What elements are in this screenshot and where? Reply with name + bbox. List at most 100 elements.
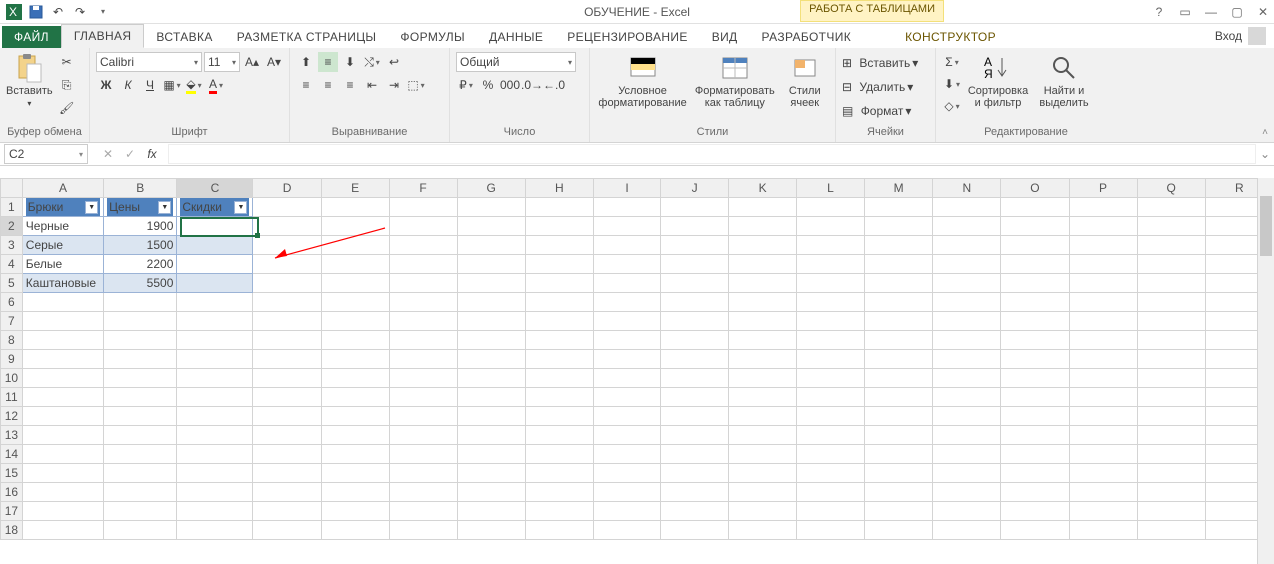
cell[interactable] bbox=[321, 217, 389, 236]
cell[interactable] bbox=[389, 502, 457, 521]
cell[interactable] bbox=[104, 407, 177, 426]
align-right-icon[interactable]: ≡ bbox=[340, 75, 360, 95]
cell[interactable] bbox=[389, 369, 457, 388]
cell[interactable] bbox=[321, 407, 389, 426]
fx-icon[interactable]: fx bbox=[142, 144, 162, 164]
cell[interactable] bbox=[933, 445, 1001, 464]
cell[interactable] bbox=[593, 502, 660, 521]
cell[interactable] bbox=[1069, 407, 1137, 426]
row-header[interactable]: 14 bbox=[1, 445, 23, 464]
cell[interactable] bbox=[1001, 350, 1069, 369]
cell[interactable] bbox=[1137, 236, 1205, 255]
cell[interactable] bbox=[933, 217, 1001, 236]
cell[interactable] bbox=[933, 293, 1001, 312]
cell[interactable] bbox=[864, 198, 932, 217]
cell[interactable] bbox=[104, 483, 177, 502]
cell[interactable] bbox=[797, 426, 865, 445]
cell[interactable] bbox=[1137, 502, 1205, 521]
vertical-scrollbar[interactable] bbox=[1257, 178, 1274, 564]
cell[interactable] bbox=[1001, 198, 1069, 217]
cell[interactable] bbox=[1069, 312, 1137, 331]
row-header[interactable]: 15 bbox=[1, 464, 23, 483]
filter-dropdown-icon[interactable]: ▼ bbox=[234, 201, 247, 214]
tab-formulas[interactable]: ФОРМУЛЫ bbox=[388, 26, 477, 48]
cell[interactable] bbox=[729, 236, 797, 255]
cell[interactable] bbox=[457, 445, 525, 464]
cell[interactable] bbox=[253, 293, 321, 312]
cell[interactable] bbox=[1069, 426, 1137, 445]
cell[interactable] bbox=[457, 217, 525, 236]
cell[interactable] bbox=[389, 350, 457, 369]
cell[interactable] bbox=[729, 388, 797, 407]
cell[interactable] bbox=[253, 388, 321, 407]
cell[interactable] bbox=[1001, 407, 1069, 426]
cell[interactable]: Каштановые bbox=[22, 274, 103, 293]
cell[interactable] bbox=[864, 274, 932, 293]
cell[interactable] bbox=[177, 293, 253, 312]
font-color-icon[interactable]: A bbox=[206, 75, 226, 95]
cell[interactable] bbox=[729, 217, 797, 236]
cell[interactable] bbox=[1069, 350, 1137, 369]
autosum-icon[interactable]: Σ bbox=[942, 52, 962, 72]
cell[interactable] bbox=[1137, 521, 1205, 540]
cell[interactable] bbox=[864, 483, 932, 502]
column-header[interactable]: N bbox=[933, 179, 1001, 198]
tab-table-design[interactable]: КОНСТРУКТОР bbox=[893, 26, 1008, 48]
cell[interactable] bbox=[457, 388, 525, 407]
cell[interactable] bbox=[389, 331, 457, 350]
font-name-combo[interactable]: Calibri▾ bbox=[96, 52, 202, 72]
cell[interactable] bbox=[525, 464, 593, 483]
cell[interactable] bbox=[661, 331, 729, 350]
delete-cells-button[interactable]: ⊟ Удалить ▾ bbox=[842, 76, 913, 98]
cell[interactable] bbox=[797, 255, 865, 274]
cell[interactable] bbox=[864, 445, 932, 464]
cell[interactable] bbox=[389, 236, 457, 255]
accounting-format-icon[interactable]: ₽ bbox=[456, 75, 476, 95]
cell[interactable] bbox=[661, 426, 729, 445]
row-header[interactable]: 18 bbox=[1, 521, 23, 540]
cell[interactable] bbox=[389, 483, 457, 502]
cell[interactable] bbox=[593, 312, 660, 331]
column-header[interactable]: D bbox=[253, 179, 321, 198]
cell[interactable] bbox=[1069, 483, 1137, 502]
cell[interactable] bbox=[797, 331, 865, 350]
cell[interactable] bbox=[22, 369, 103, 388]
border-icon[interactable]: ▦ bbox=[162, 75, 182, 95]
shrink-font-icon[interactable]: A▾ bbox=[264, 52, 284, 72]
cell[interactable] bbox=[457, 426, 525, 445]
cell[interactable] bbox=[177, 483, 253, 502]
underline-icon[interactable]: Ч bbox=[140, 75, 160, 95]
cell[interactable] bbox=[525, 388, 593, 407]
redo-icon[interactable]: ↷ bbox=[70, 2, 90, 22]
table-header-cell[interactable]: Цены▼ bbox=[107, 198, 173, 216]
cell[interactable] bbox=[253, 274, 321, 293]
column-header[interactable]: G bbox=[457, 179, 525, 198]
cell[interactable] bbox=[593, 293, 660, 312]
cell[interactable] bbox=[593, 464, 660, 483]
cancel-formula-icon[interactable]: ✕ bbox=[98, 144, 118, 164]
align-left-icon[interactable]: ≡ bbox=[296, 75, 316, 95]
row-header[interactable]: 2 bbox=[1, 217, 23, 236]
cell[interactable] bbox=[933, 407, 1001, 426]
bold-icon[interactable]: Ж bbox=[96, 75, 116, 95]
cell[interactable] bbox=[253, 198, 321, 217]
cell[interactable] bbox=[1069, 198, 1137, 217]
align-middle-icon[interactable]: ≡ bbox=[318, 52, 338, 72]
cell[interactable] bbox=[457, 483, 525, 502]
cell[interactable]: 1900 bbox=[104, 217, 177, 236]
cell[interactable] bbox=[177, 407, 253, 426]
cell[interactable] bbox=[797, 217, 865, 236]
cell[interactable]: 1500 bbox=[104, 236, 177, 255]
cell[interactable] bbox=[661, 255, 729, 274]
enter-formula-icon[interactable]: ✓ bbox=[120, 144, 140, 164]
cell[interactable] bbox=[22, 331, 103, 350]
cell[interactable] bbox=[525, 350, 593, 369]
cell[interactable] bbox=[457, 198, 525, 217]
cell[interactable] bbox=[864, 217, 932, 236]
cell[interactable] bbox=[525, 217, 593, 236]
cell[interactable] bbox=[593, 236, 660, 255]
cell[interactable] bbox=[1001, 274, 1069, 293]
select-all-corner[interactable] bbox=[1, 179, 23, 198]
cell[interactable] bbox=[1069, 369, 1137, 388]
cell[interactable] bbox=[593, 426, 660, 445]
